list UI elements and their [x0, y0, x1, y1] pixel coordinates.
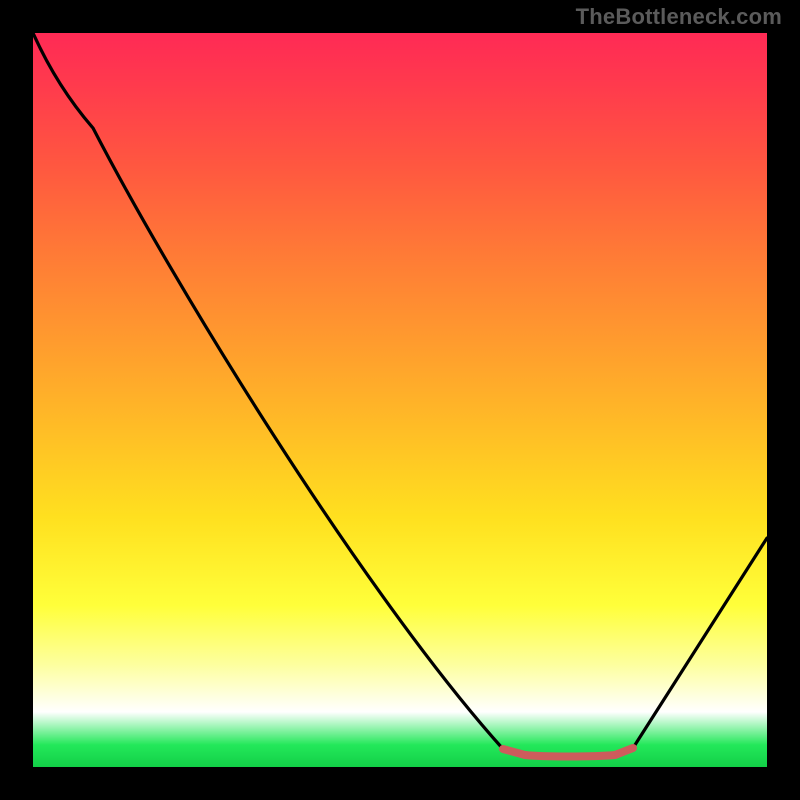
chart-container: TheBottleneck.com — [0, 0, 800, 800]
highlight-segment-right — [615, 748, 633, 755]
highlight-segment-flat — [525, 755, 615, 757]
curve-layer — [33, 33, 767, 767]
bottleneck-curve — [33, 33, 767, 757]
watermark-text: TheBottleneck.com — [576, 4, 782, 30]
plot-area — [33, 33, 767, 767]
